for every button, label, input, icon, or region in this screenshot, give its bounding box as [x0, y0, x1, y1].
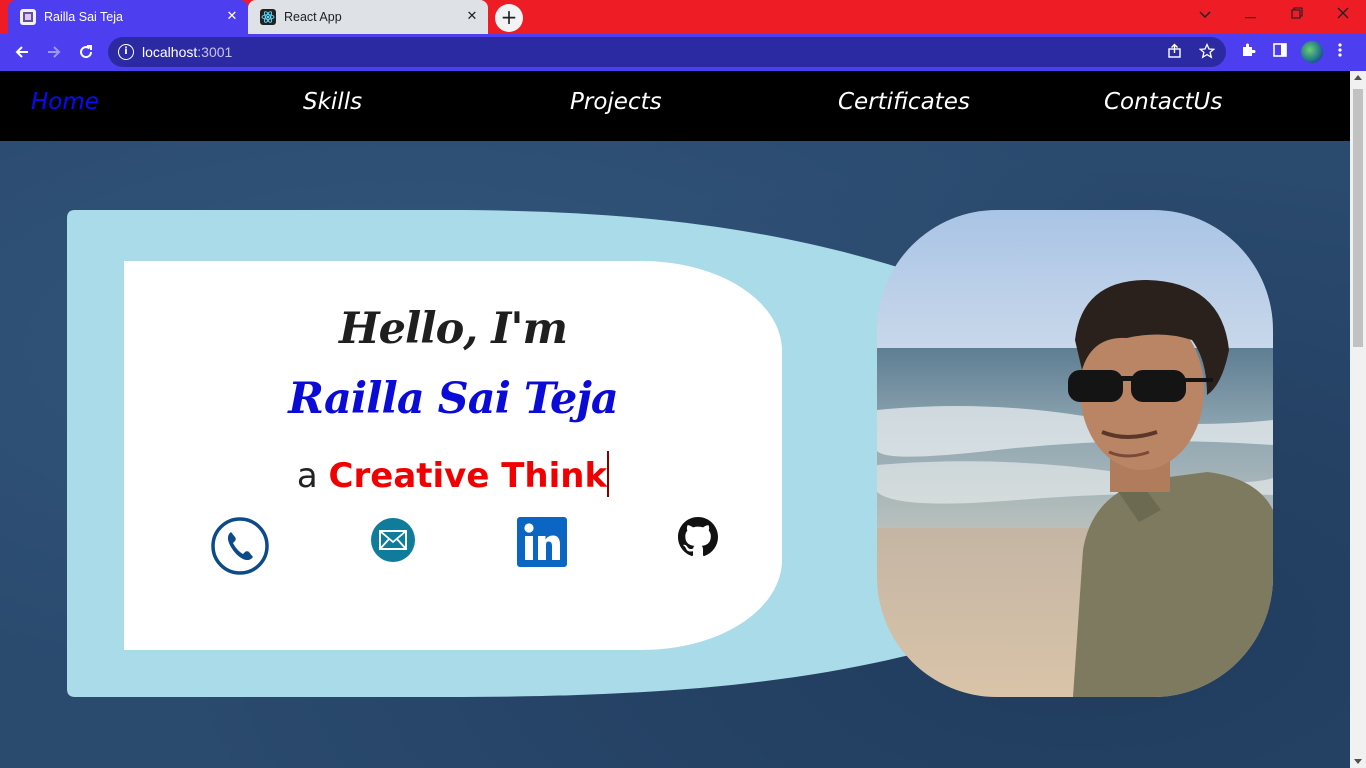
site-favicon-icon [20, 9, 36, 25]
page-viewport: Home Skills Projects Certificates Contac… [0, 71, 1350, 768]
site-info-icon[interactable]: i [118, 44, 134, 60]
tagline-highlight: Creative Think [328, 456, 608, 496]
tab-close-icon[interactable]: ✕ [224, 9, 240, 25]
nav-contactus[interactable]: ContactUs [1104, 89, 1222, 115]
scrollbar-thumb[interactable] [1353, 89, 1363, 347]
share-icon[interactable] [1166, 43, 1184, 61]
url-host: localhost [142, 44, 198, 60]
browser-toolbar: i localhost:3001 [0, 34, 1366, 71]
url-port: :3001 [197, 44, 233, 60]
react-favicon-icon [260, 9, 276, 25]
phone-icon[interactable] [211, 517, 269, 575]
profile-photo [877, 210, 1273, 697]
more-menu-icon[interactable] [1330, 42, 1350, 62]
new-tab-button[interactable]: + [495, 4, 523, 32]
bookmark-star-icon[interactable] [1198, 42, 1216, 61]
page-scrollbar[interactable] [1350, 71, 1366, 768]
back-icon[interactable] [8, 38, 36, 66]
typing-tagline: a Creative Think [124, 451, 782, 497]
scroll-up-icon[interactable] [1354, 75, 1362, 80]
email-icon[interactable] [370, 517, 416, 563]
nav-skills[interactable]: Skills [303, 89, 362, 115]
tab-react-app[interactable]: React App ✕ [248, 0, 488, 34]
tab-search-chevron-icon[interactable] [1182, 0, 1228, 30]
nav-projects[interactable]: Projects [570, 89, 662, 115]
typing-caret [607, 451, 610, 497]
reload-icon[interactable] [72, 38, 100, 66]
site-navbar: Home Skills Projects Certificates Contac… [0, 71, 1350, 141]
nav-certificates[interactable]: Certificates [838, 89, 970, 115]
tab-title: Railla Sai Teja [44, 10, 123, 24]
tab-title: React App [284, 10, 342, 24]
greeting-heading: Hello, I'm [338, 304, 568, 354]
restore-icon[interactable] [1274, 0, 1320, 30]
nav-home[interactable]: Home [31, 89, 99, 115]
tab-strip: Railla Sai Teja ✕ React App ✕ + [0, 0, 1366, 34]
scroll-down-icon[interactable] [1354, 759, 1362, 764]
tagline-prefix: a [296, 456, 318, 496]
profile-avatar[interactable] [1301, 41, 1323, 63]
github-icon[interactable] [678, 517, 718, 557]
name-heading: Railla Sai Teja [288, 374, 618, 424]
tab-close-icon[interactable]: ✕ [464, 9, 480, 25]
minimize-icon[interactable] [1228, 0, 1274, 30]
address-bar[interactable]: i localhost:3001 [108, 37, 1226, 67]
intro-card: Hello, I'm Railla Sai Teja a Creative Th… [124, 261, 782, 650]
url-text: localhost:3001 [142, 44, 232, 60]
side-panel-icon[interactable] [1270, 42, 1290, 62]
extensions-icon[interactable] [1238, 42, 1258, 62]
linkedin-icon[interactable] [517, 517, 567, 567]
forward-icon[interactable] [40, 38, 68, 66]
tab-railla-sai-teja[interactable]: Railla Sai Teja ✕ [8, 0, 248, 34]
close-window-icon[interactable] [1320, 0, 1366, 30]
